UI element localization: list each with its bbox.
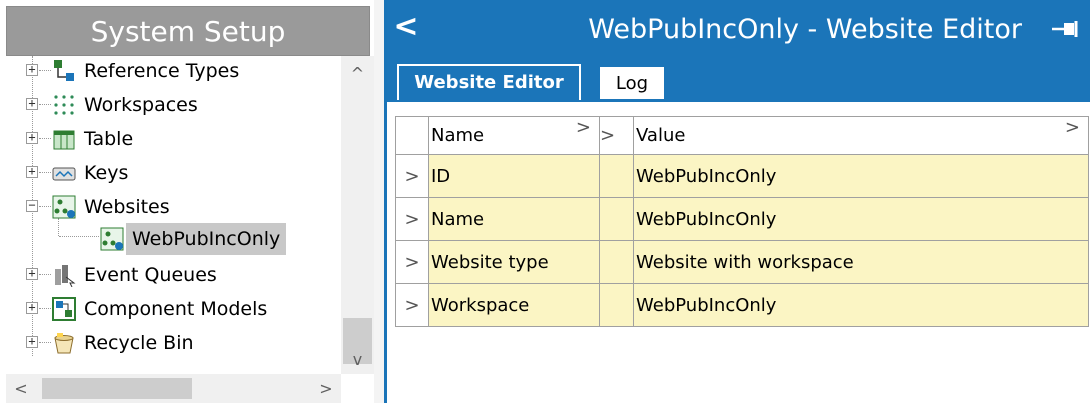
chevron-right-icon: > — [575, 117, 591, 138]
grid-header-corner — [395, 116, 429, 155]
tree-item-label: Workspaces — [84, 94, 198, 116]
workspaces-icon — [54, 95, 74, 115]
column-header-expand[interactable]: > — [599, 116, 634, 155]
property-value[interactable]: WebPubIncOnly — [633, 283, 1089, 327]
keys-icon — [52, 167, 76, 181]
chevron-right-icon: > — [1064, 117, 1080, 138]
scroll-left-button[interactable]: < — [6, 374, 36, 403]
table-row[interactable]: > Website type Website with workspace — [395, 240, 1089, 284]
reference-types-icon — [54, 60, 74, 81]
collapse-icon[interactable]: − — [26, 199, 38, 212]
table-icon — [53, 130, 75, 150]
property-name: ID — [428, 154, 600, 198]
tree-item-websites[interactable]: − Websites — [6, 190, 341, 224]
property-value[interactable]: WebPubIncOnly — [633, 197, 1089, 241]
tree-item-label: Event Queues — [84, 264, 217, 286]
row-expand-arrow[interactable]: > — [395, 154, 429, 198]
tree-item-label: Component Models — [84, 298, 268, 320]
property-name: Website type — [428, 240, 600, 284]
column-header-value[interactable]: Value > — [633, 116, 1089, 155]
table-row[interactable]: > ID WebPubIncOnly — [395, 154, 1089, 198]
row-spacer — [599, 283, 634, 327]
tab-website-editor[interactable]: Website Editor — [397, 64, 581, 100]
tree-item-webpubinconly[interactable]: WebPubIncOnly — [6, 222, 341, 256]
expand-icon[interactable]: + — [26, 335, 38, 348]
expand-icon[interactable]: + — [26, 165, 38, 178]
chevron-right-icon: > — [600, 125, 616, 146]
table-row[interactable]: > Workspace WebPubIncOnly — [395, 283, 1089, 327]
row-expand-arrow[interactable]: > — [395, 283, 429, 327]
recycle-bin-icon — [54, 333, 74, 354]
tree-item-recycle-bin[interactable]: + Recycle Bin — [6, 326, 341, 360]
row-spacer — [599, 240, 634, 284]
expand-icon[interactable]: + — [26, 131, 38, 144]
row-expand-arrow[interactable]: > — [395, 197, 429, 241]
property-value[interactable]: WebPubIncOnly — [633, 154, 1089, 198]
system-tree: + Reference Types + Workspaces + Table +… — [6, 56, 341, 374]
property-grid-area: Name > > Value > > ID WebPubIncOnly > Na… — [387, 100, 1090, 405]
row-spacer — [599, 154, 634, 198]
pane-splitter[interactable] — [374, 0, 384, 403]
column-header-value-label: Value — [636, 125, 686, 146]
expand-icon[interactable]: + — [26, 63, 38, 76]
tree-item-reference-types[interactable]: + Reference Types — [6, 56, 341, 88]
editor-title: WebPubIncOnly - Website Editor — [588, 14, 1022, 45]
property-grid: Name > > Value > > ID WebPubIncOnly > Na… — [395, 116, 1089, 327]
tree-vertical-scrollbar[interactable]: ^ v — [341, 56, 374, 374]
column-header-name[interactable]: Name > — [428, 116, 600, 155]
tree-item-label: Reference Types — [84, 60, 240, 82]
scroll-up-button[interactable]: ^ — [341, 60, 374, 88]
editor-tab-strip: Website Editor Log — [387, 60, 1090, 100]
tab-log-label: Log — [615, 73, 649, 94]
tree-item-event-queues[interactable]: + Event Queues — [6, 258, 341, 292]
scroll-down-button[interactable]: v — [341, 346, 374, 374]
expand-icon[interactable]: + — [26, 301, 38, 314]
tree-item-workspaces[interactable]: + Workspaces — [6, 88, 341, 122]
tree-item-component-models[interactable]: + Component Models — [6, 292, 341, 326]
tree-item-table[interactable]: + Table — [6, 122, 341, 156]
system-setup-pane: System Setup + Reference Types + Workspa… — [0, 0, 374, 403]
scroll-right-button[interactable]: > — [311, 374, 341, 403]
tree-item-label: Websites — [84, 196, 170, 218]
tree-item-label: WebPubIncOnly — [126, 223, 287, 255]
websites-icon — [52, 195, 76, 219]
hscroll-thumb[interactable] — [42, 378, 192, 399]
tree-item-label: Recycle Bin — [84, 332, 194, 354]
property-value[interactable]: Website with workspace — [633, 240, 1089, 284]
component-models-icon — [52, 297, 76, 321]
editor-titlebar: < WebPubIncOnly - Website Editor — [387, 0, 1090, 60]
tree-item-label: Table — [84, 128, 134, 150]
property-name: Workspace — [428, 283, 600, 327]
system-setup-title: System Setup — [6, 6, 370, 56]
back-button[interactable]: < — [393, 8, 419, 48]
tree-item-label: Keys — [84, 162, 129, 184]
website-icon — [100, 227, 124, 251]
column-header-name-label: Name — [431, 125, 485, 146]
row-expand-arrow[interactable]: > — [395, 240, 429, 284]
table-row[interactable]: > Name WebPubIncOnly — [395, 197, 1089, 241]
event-queues-icon — [55, 265, 76, 287]
tree-item-keys[interactable]: + Keys — [6, 156, 341, 190]
website-editor-pane: < WebPubIncOnly - Website Editor Website… — [387, 0, 1090, 405]
pin-icon[interactable] — [1050, 18, 1082, 40]
grid-header-row: Name > > Value > — [395, 116, 1089, 155]
expand-icon[interactable]: + — [26, 97, 38, 110]
row-spacer — [599, 197, 634, 241]
tab-log[interactable]: Log — [599, 66, 665, 100]
expand-icon[interactable]: + — [26, 267, 38, 280]
property-name: Name — [428, 197, 600, 241]
tree-horizontal-scrollbar[interactable]: < > — [6, 374, 341, 403]
